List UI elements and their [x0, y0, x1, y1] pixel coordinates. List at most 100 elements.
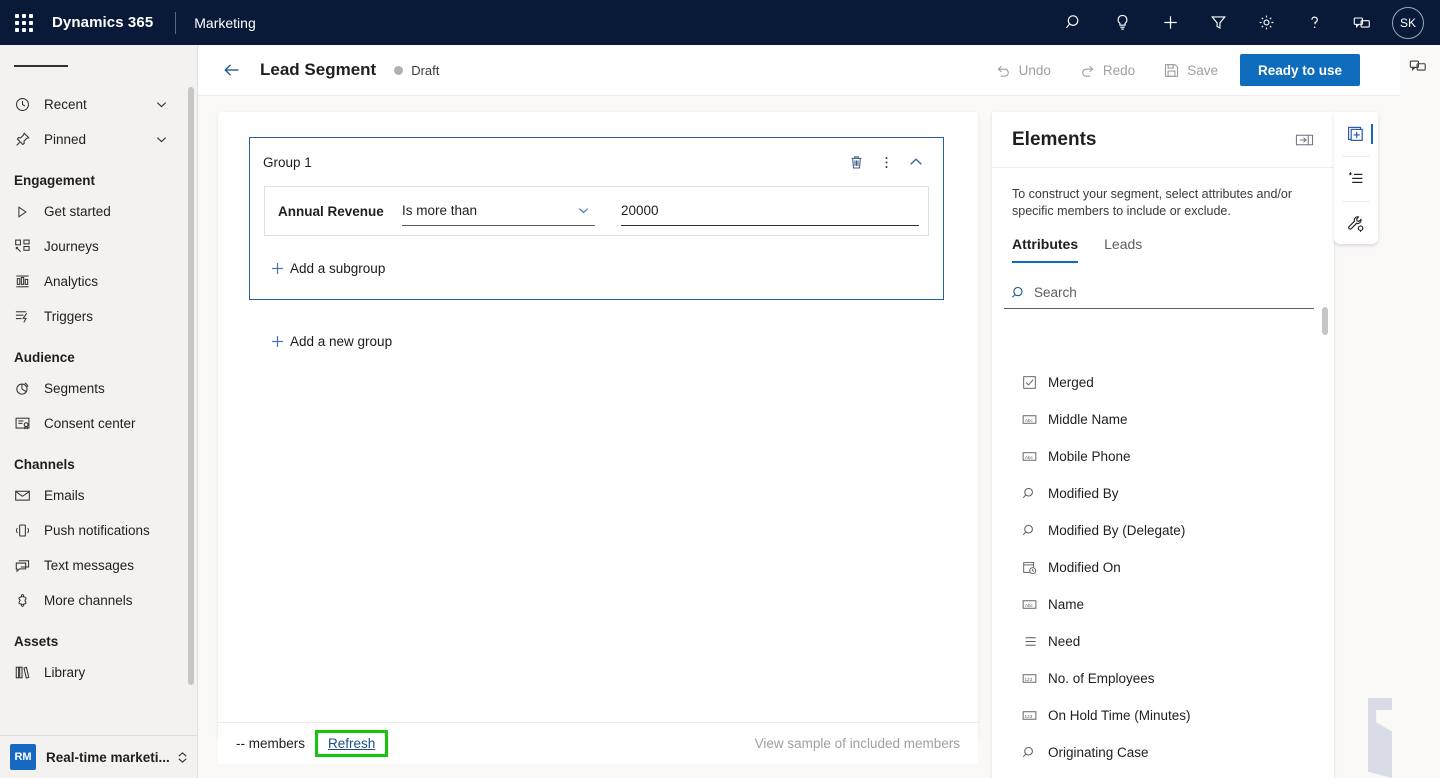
list-item[interactable]: Abc Mobile Phone [992, 438, 1334, 475]
list-item[interactable]: 123 On Hold Time (Minutes) [992, 697, 1334, 734]
hamburger-menu-icon[interactable] [0, 45, 197, 87]
sidebar-item-triggers[interactable]: Triggers [0, 299, 197, 334]
sidebar-item-label: Recent [44, 97, 87, 112]
sidebar-item-journeys[interactable]: Journeys [0, 229, 197, 264]
back-arrow-icon[interactable] [212, 50, 252, 90]
save-disk-icon [1163, 62, 1180, 79]
tab-attributes[interactable]: Attributes [1012, 236, 1079, 263]
avatar[interactable]: SK [1392, 6, 1424, 39]
undo-label: Undo [1018, 62, 1051, 78]
sidebar-item-library[interactable]: Library [0, 655, 197, 690]
list-item[interactable]: Modified By [992, 475, 1334, 512]
sidebar-item-consent-center[interactable]: Consent center [0, 406, 197, 441]
more-channels-icon [14, 592, 38, 609]
add-icon[interactable] [1146, 0, 1194, 45]
text-abc-type-icon: Abc [1022, 412, 1048, 427]
save-button[interactable]: Save [1153, 53, 1228, 87]
plus-icon [264, 334, 290, 349]
chevron-down-icon[interactable] [154, 132, 169, 147]
sidebar-item-analytics[interactable]: Analytics [0, 264, 197, 299]
refresh-link[interactable]: Refresh [328, 736, 375, 751]
decorative-corner-shape [1368, 698, 1392, 778]
list-item-label: Mobile Phone [1048, 449, 1131, 464]
sidebar-item-segments[interactable]: Segments [0, 371, 197, 406]
app-switcher[interactable]: RM Real-time marketi... [0, 735, 197, 778]
view-sample-button[interactable]: View sample of included members [755, 736, 960, 751]
list-item[interactable]: Modified By (Delegate) [992, 512, 1334, 549]
delete-trash-icon[interactable] [841, 147, 871, 177]
sidebar-item-get-started[interactable]: Get started [0, 194, 197, 229]
help-question-icon[interactable] [1290, 0, 1338, 45]
list-item[interactable]: Abc Middle Name [992, 401, 1334, 438]
condition-value-input[interactable]: 20000 [621, 196, 919, 226]
feedback-chat-icon[interactable] [1338, 0, 1386, 45]
add-element-icon[interactable] [1334, 112, 1378, 156]
sidebar-item-label: Pinned [44, 132, 87, 147]
filter-icon[interactable] [1194, 0, 1242, 45]
lookup-search-type-icon [1022, 745, 1048, 760]
sidebar-item-label: More channels [44, 593, 133, 608]
starred-list-icon[interactable] [1334, 157, 1378, 201]
list-item[interactable]: Need [992, 623, 1334, 660]
svg-text:123: 123 [1024, 714, 1032, 719]
insights-lightbulb-icon[interactable] [1098, 0, 1146, 45]
attribute-list-scrollbar[interactable] [1322, 307, 1328, 335]
list-item[interactable]: Originating Case [992, 734, 1334, 771]
redo-button[interactable]: Redo [1069, 53, 1145, 87]
segment-group-header: Group 1 [250, 138, 943, 186]
tools-wrench-icon[interactable] [1334, 202, 1378, 246]
elements-panel: Elements To construct your segment, sele… [992, 112, 1334, 778]
status-badge: Draft [411, 62, 440, 78]
sidebar-item-emails[interactable]: Emails [0, 478, 197, 513]
list-item-label: No. of Employees [1048, 671, 1155, 686]
segment-group-actions [841, 147, 931, 177]
sidebar-item-push-notifications[interactable]: Push notifications [0, 513, 197, 548]
elements-panel-tabs: Attributes Leads [992, 220, 1334, 263]
settings-gear-icon[interactable] [1242, 0, 1290, 45]
more-options-icon[interactable] [871, 147, 901, 177]
app-module-name[interactable]: Marketing [194, 15, 255, 31]
svg-text:Abc: Abc [1025, 455, 1034, 460]
sidebar-item-recent[interactable]: Recent [0, 87, 197, 122]
list-item[interactable]: Merged [992, 364, 1334, 401]
pin-icon [14, 131, 38, 148]
segment-group[interactable]: Group 1 Annual Revenue Is more than 2000… [249, 137, 944, 300]
list-item-label: Modified On [1048, 560, 1121, 575]
segments-pie-icon [14, 380, 38, 397]
collapse-panel-icon[interactable] [1295, 132, 1314, 148]
sidebar-item-text-messages[interactable]: Text messages [0, 548, 197, 583]
add-subgroup-label: Add a subgroup [290, 260, 386, 276]
app-switcher-label: Real-time marketi... [46, 749, 170, 765]
attribute-list[interactable]: Merged Abc Middle Name Abc Mobile Phone … [992, 364, 1334, 778]
segment-card: Group 1 Annual Revenue Is more than 2000… [218, 112, 978, 738]
list-item-label: Modified By (Delegate) [1048, 523, 1186, 538]
top-app-bar: Dynamics 365 Marketing SK [0, 0, 1440, 45]
chevron-down-icon[interactable] [154, 97, 169, 112]
undo-arrow-icon [995, 62, 1012, 79]
sidebar-item-more-channels[interactable]: More channels [0, 583, 197, 618]
brand-title[interactable]: Dynamics 365 [52, 14, 153, 31]
analytics-bar-icon [14, 273, 38, 290]
list-item[interactable]: Modified On [992, 549, 1334, 586]
play-triangle-icon [14, 204, 38, 220]
condition-operator-select[interactable]: Is more than [402, 196, 595, 226]
list-item[interactable]: Abc Name [992, 586, 1334, 623]
waffle-icon[interactable] [0, 0, 48, 45]
sidebar-group-channels: Channels [14, 457, 75, 472]
undo-button[interactable]: Undo [985, 53, 1061, 87]
search-input[interactable]: Search [1004, 277, 1314, 309]
list-item[interactable]: 123 No. of Employees [992, 660, 1334, 697]
sidebar-group-audience: Audience [14, 350, 75, 365]
svg-text:Abc: Abc [1025, 603, 1034, 608]
add-new-group-button[interactable]: Add a new group [264, 327, 392, 355]
feedback-chat-icon[interactable] [1403, 53, 1433, 79]
library-books-icon [14, 664, 38, 681]
tab-leads[interactable]: Leads [1104, 236, 1142, 263]
ready-to-use-button[interactable]: Ready to use [1239, 54, 1360, 86]
search-icon[interactable] [1050, 0, 1098, 45]
add-subgroup-button[interactable]: Add a subgroup [264, 254, 385, 282]
collapse-chevron-up-icon[interactable] [901, 147, 931, 177]
sidebar-item-label: Get started [44, 204, 111, 219]
sidebar-scrollbar[interactable] [188, 87, 194, 685]
sidebar-item-pinned[interactable]: Pinned [0, 122, 197, 157]
